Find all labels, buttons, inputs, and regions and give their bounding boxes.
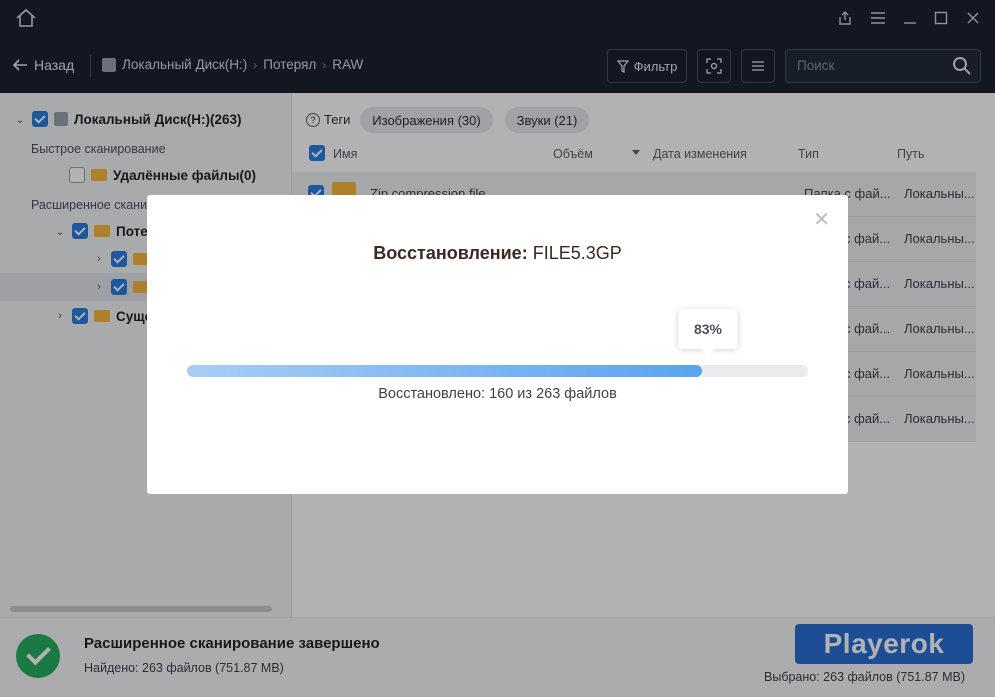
recovery-file-name: FILE5.3GP — [532, 243, 622, 263]
recovery-title-label: Восстановление: — [373, 243, 528, 263]
recovery-dialog: ✕ Восстановление: FILE5.3GP 83% Восстано… — [147, 195, 848, 494]
recovered-count: Восстановлено: 160 из 263 файлов — [378, 386, 617, 402]
close-icon[interactable]: ✕ — [813, 207, 830, 232]
recovery-title: Восстановление: FILE5.3GP — [147, 243, 848, 264]
progress-bar — [187, 365, 808, 377]
progress-percent: 83% — [678, 309, 738, 356]
progress-fill — [187, 365, 703, 377]
